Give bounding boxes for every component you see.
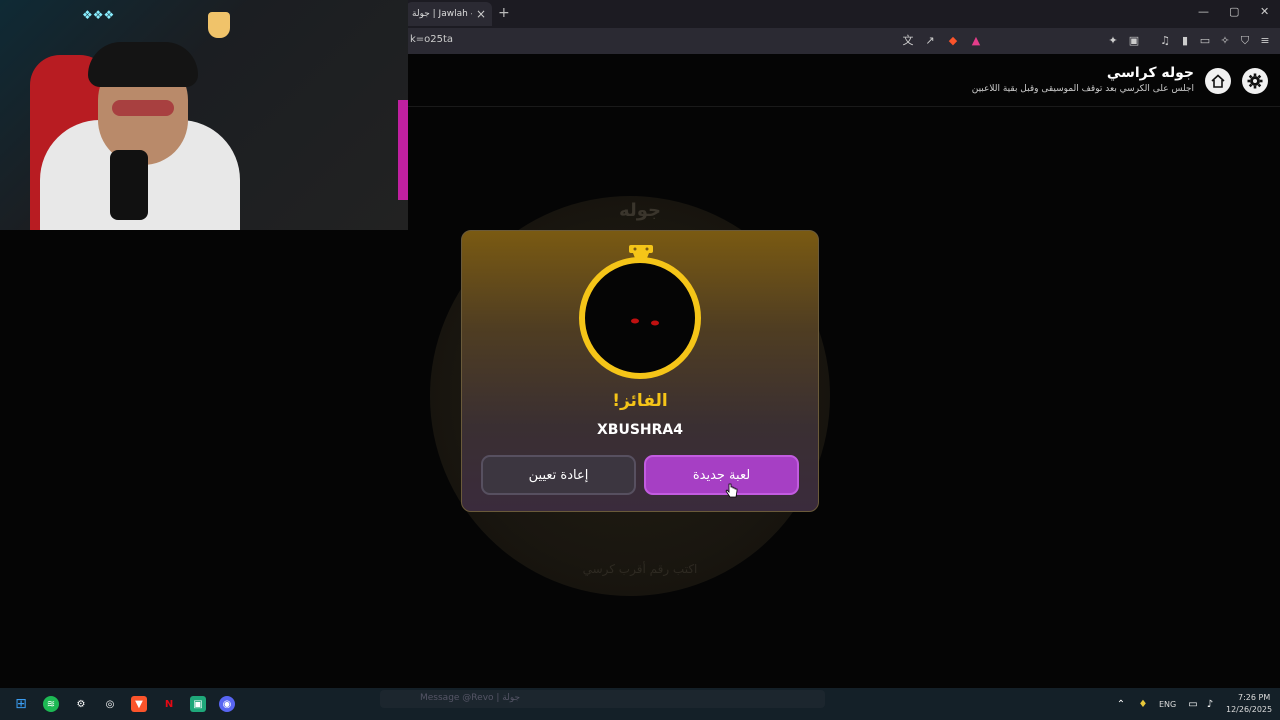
microphone-tray-icon[interactable]: ♦ [1135,696,1151,712]
brave-rewards-icon[interactable]: ▲ [968,33,984,49]
windows-taskbar: Message @Revo | جولة ⊞ ≋ ⚙ ◎ ▼ N ▣ ◉ ⌃ ♦… [0,688,1280,720]
minimize-button[interactable]: — [1198,5,1209,18]
page-subtitle: اجلس على الكرسي بعد توقف الموسيقى وقبل ب… [971,84,1194,94]
home-icon [1211,74,1225,88]
tab-jawlah[interactable]: جولة | Jawlah - مـ × [406,2,492,26]
webcam-overlay: ❖❖❖ [0,0,408,230]
sunglasses [112,100,174,116]
winner-name: XBUSHRA4 [597,422,683,438]
microphone [110,150,148,220]
netflix-icon[interactable]: N [161,696,177,712]
neon-sign-icon: ❖❖❖ [82,8,115,22]
winner-avatar [579,257,701,379]
new-tab-button[interactable]: + [498,5,510,21]
streamer-hair [88,42,198,87]
winner-label: الفائز! [612,391,668,411]
tab-title: جولة | Jawlah - مـ [412,9,472,19]
close-window-button[interactable]: ✕ [1260,5,1269,18]
wallet-icon[interactable]: ▭ [1197,33,1213,49]
clock-time[interactable]: 7:26 PM [1238,693,1270,702]
neon-light [398,100,408,200]
app-icon[interactable]: ▣ [190,696,206,712]
background-logo-text: جوله [619,200,661,221]
url-field[interactable]: k=o25ta [410,34,453,45]
vpn-icon[interactable]: ⛉ [1237,33,1253,49]
discord-icon[interactable]: ◉ [219,696,235,712]
settings-button[interactable] [1242,68,1268,94]
screenshot-icon[interactable]: ▣ [1126,33,1142,49]
language-indicator[interactable]: ENG [1159,700,1176,709]
obs-icon[interactable]: ◎ [102,696,118,712]
brave-shield-icon[interactable]: ◆ [945,33,961,49]
gear-icon [1247,73,1263,89]
background-hint-text: اكتب رقم أقرب كرسي [582,562,698,576]
winner-modal: الفائز! XBUSHRA4 إعادة تعيين لعبة جديدة [461,230,819,512]
music-icon[interactable]: ♫ [1157,33,1173,49]
tab-close-icon[interactable]: × [476,7,486,21]
share-icon[interactable]: ↗ [922,33,938,49]
spotify-icon[interactable]: ≋ [43,696,59,712]
translate-icon[interactable]: 文 [900,33,916,49]
clock-date[interactable]: 12/26/2025 [1226,705,1272,714]
steam-icon[interactable]: ⚙ [73,696,89,712]
page-title: جوله كراسي [1106,65,1194,81]
leo-icon[interactable]: ✧ [1217,33,1233,49]
new-game-button[interactable]: لعبة جديدة [644,455,799,495]
hand-cursor-icon [725,483,738,498]
brave-icon[interactable]: ▼ [131,696,147,712]
lamp-icon [208,12,230,38]
avatar-cat-icon [631,318,659,326]
extensions-icon[interactable]: ✦ [1105,33,1121,49]
windows-start-icon[interactable]: ⊞ [13,696,29,712]
menu-icon[interactable]: ≡ [1257,33,1273,49]
network-icon[interactable]: ▭ [1185,696,1201,712]
discord-message-input[interactable]: Message @Revo | جولة [380,690,825,708]
volume-icon[interactable]: ♪ [1202,696,1218,712]
tray-expand-icon[interactable]: ⌃ [1113,696,1129,712]
maximize-button[interactable]: ▢ [1229,5,1239,18]
reset-button[interactable]: إعادة تعيين [481,455,636,495]
sidebar-icon[interactable]: ▮ [1177,33,1193,49]
home-button[interactable] [1205,68,1231,94]
